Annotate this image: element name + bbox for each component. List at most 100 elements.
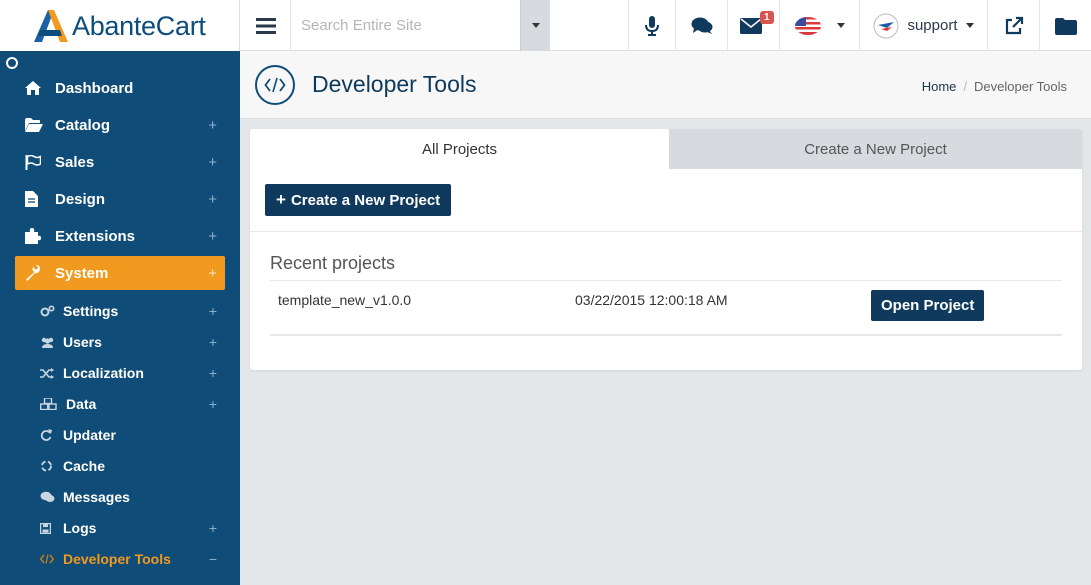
user-menu[interactable]: support (859, 0, 987, 51)
sidebar-subitem-label: Logs (63, 520, 97, 536)
sidebar-subitem-users[interactable]: Users + (40, 328, 225, 356)
breadcrumb: Home / Developer Tools (922, 79, 1067, 94)
sidebar-subitem-data[interactable]: Data + (40, 390, 225, 418)
breadcrumb-current: Developer Tools (974, 79, 1067, 94)
open-storefront-button[interactable] (987, 0, 1039, 51)
recent-projects-heading: Recent projects (270, 253, 396, 273)
sidebar-subitem-label: Messages (63, 489, 130, 505)
expand-icon: + (208, 153, 217, 171)
menu-toggle-button[interactable] (241, 0, 291, 51)
refresh-icon (40, 429, 56, 441)
tab-create-new-project[interactable]: Create a New Project (669, 129, 1082, 169)
code-icon (40, 554, 56, 564)
sidebar: Dashboard Catalog + Sales + Design + Ext… (0, 51, 240, 585)
expand-icon: + (208, 116, 217, 134)
comments-icon (691, 17, 712, 34)
sidebar-subitem-label: Cache (63, 458, 106, 474)
sidebar-subitem-label: Updater (63, 427, 116, 443)
expand-icon: + (208, 264, 217, 282)
messages-button[interactable]: 1 (727, 0, 779, 51)
abantecart-logo-icon (34, 10, 68, 42)
language-selector[interactable] (779, 0, 859, 51)
create-project-button[interactable]: + Create a New Project (265, 184, 452, 216)
breadcrumb-home-link[interactable]: Home (922, 79, 957, 94)
microphone-icon (645, 15, 659, 36)
home-icon (25, 81, 47, 95)
flag-icon (25, 154, 47, 170)
create-project-button-label: Create a New Project (290, 191, 441, 209)
sidebar-subitem-developer-tools[interactable]: Developer Tools − (40, 545, 225, 573)
voice-search-button[interactable] (628, 0, 675, 51)
search-box (291, 0, 520, 51)
chevron-down-icon (836, 23, 845, 28)
sidebar-item-catalog[interactable]: Catalog + (15, 108, 225, 142)
expand-icon: + (208, 396, 217, 412)
expand-icon: + (208, 227, 217, 245)
page-title: Developer Tools (312, 71, 477, 97)
sidebar-item-label: Catalog (55, 116, 111, 134)
sidebar-subitem-label: Developer Tools (63, 551, 171, 567)
envelope-icon (739, 17, 762, 34)
expand-icon: + (208, 365, 217, 381)
page-header: Developer Tools Home / Developer Tools (240, 51, 1091, 119)
expand-icon: + (208, 190, 217, 208)
folder-open-icon (25, 118, 47, 132)
gears-icon (40, 305, 56, 317)
sidebar-item-design[interactable]: Design + (15, 182, 225, 216)
sidebar-subitem-label: Users (63, 334, 102, 350)
sidebar-item-label: Extensions (55, 227, 136, 245)
chevron-down-icon (531, 23, 540, 28)
hamburger-icon (255, 17, 276, 34)
sidebar-subitem-updater[interactable]: Updater (40, 421, 225, 449)
collapse-icon: − (208, 551, 217, 567)
random-icon (40, 367, 56, 379)
chat-button[interactable] (675, 0, 727, 51)
expand-icon: + (208, 334, 217, 350)
tab-all-projects[interactable]: All Projects (250, 129, 669, 169)
puzzle-icon (25, 228, 47, 244)
search-dropdown-button[interactable] (520, 0, 550, 51)
brand-logo[interactable]: AbanteCart (0, 0, 240, 51)
sidebar-subitem-label: Data (66, 396, 97, 412)
table-row: template_new_v1.0.0 03/22/2015 12:00:18 … (270, 280, 1062, 336)
recent-projects-section: Recent projects template_new_v1.0.0 03/2… (270, 243, 1062, 336)
sidebar-item-label: Sales (55, 153, 95, 171)
sidebar-subitem-messages[interactable]: Messages (40, 483, 225, 511)
projects-panel: All Projects Create a New Project + Crea… (250, 129, 1082, 370)
comments-icon (40, 491, 56, 503)
expand-icon: + (208, 303, 217, 319)
save-icon (40, 522, 56, 534)
user-name: support (907, 17, 958, 34)
panel-toolbar: + Create a New Project (250, 169, 1082, 232)
sidebar-subitem-settings[interactable]: Settings + (40, 297, 225, 325)
sidebar-subitem-localization[interactable]: Localization + (40, 359, 225, 387)
folder-icon (1054, 17, 1077, 35)
sidebar-item-label: Design (55, 190, 106, 208)
file-manager-button[interactable] (1039, 0, 1091, 51)
users-icon (40, 337, 56, 348)
sidebar-collapse-toggle[interactable] (6, 57, 18, 69)
project-date: 03/22/2015 12:00:18 AM (575, 292, 728, 308)
sidebar-item-label: Dashboard (55, 79, 134, 97)
sidebar-subitem-cache[interactable]: Cache (40, 452, 225, 480)
avatar (873, 13, 899, 38)
external-link-icon (1005, 16, 1023, 34)
search-input[interactable] (301, 17, 516, 34)
sidebar-subitem-logs[interactable]: Logs + (40, 514, 225, 542)
sidebar-subitem-label: Settings (63, 303, 119, 319)
messages-count-badge: 1 (760, 11, 774, 24)
sidebar-item-dashboard[interactable]: Dashboard (15, 71, 225, 105)
plus-icon: + (276, 190, 286, 209)
chevron-down-icon (965, 23, 974, 28)
file-icon (25, 191, 47, 207)
project-name: template_new_v1.0.0 (278, 292, 412, 308)
sidebar-item-system[interactable]: System + (15, 256, 225, 290)
open-project-button[interactable]: Open Project (871, 290, 985, 321)
brand-name: AbanteCart (72, 11, 206, 41)
code-icon (255, 65, 295, 105)
expand-icon: + (208, 520, 217, 536)
sidebar-item-extensions[interactable]: Extensions + (15, 219, 225, 253)
sidebar-item-sales[interactable]: Sales + (15, 145, 225, 179)
us-flag-icon (794, 16, 821, 35)
cubes-icon (40, 398, 59, 410)
